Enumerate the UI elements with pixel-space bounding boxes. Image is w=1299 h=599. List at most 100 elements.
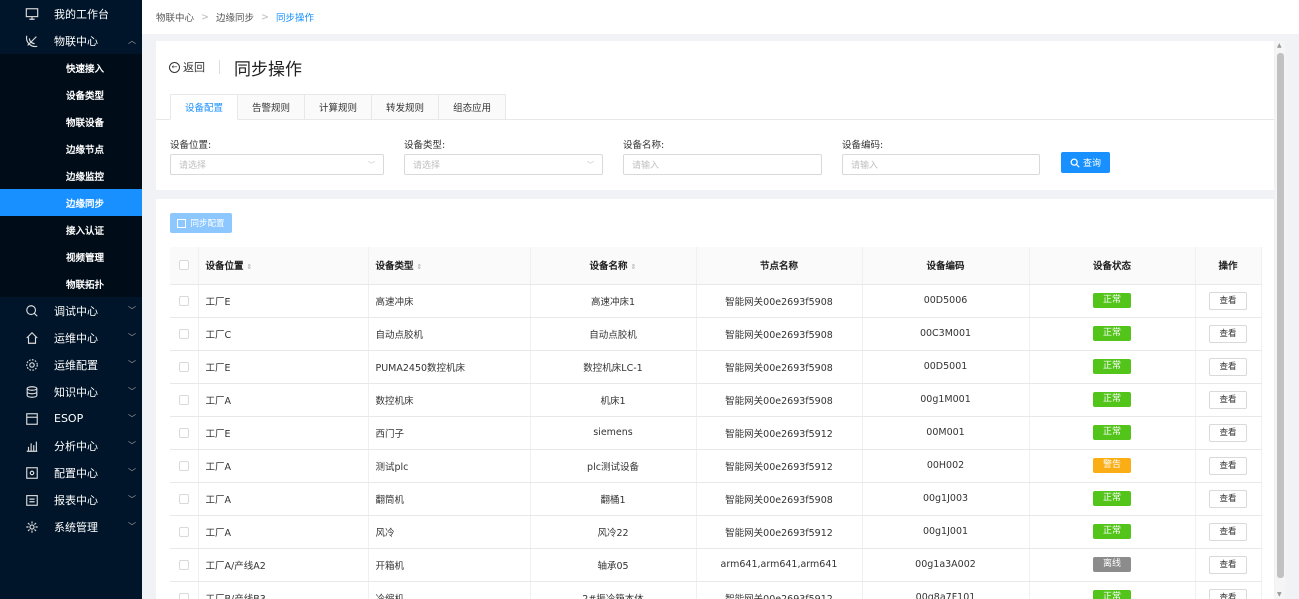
menu-iot[interactable]: 物联中心 ︿ — [0, 27, 142, 54]
cell-name: 自动点胶机 — [530, 317, 697, 351]
row-checkbox[interactable] — [178, 559, 189, 570]
cell-name: 数控机床LC-1 — [530, 350, 697, 384]
row-checkbox[interactable] — [178, 328, 189, 339]
menu-label: 配置中心 — [54, 466, 98, 480]
tab-scada-apps[interactable]: 组态应用 — [439, 94, 507, 120]
menu-label: ESOP — [54, 412, 84, 425]
sidebar-subitem[interactable]: 物联拓扑 — [0, 270, 142, 297]
cell-type: 西门子 — [368, 416, 531, 450]
settings-panel-icon — [24, 465, 40, 481]
table-row: 工厂B/产线B3 冷缩机 2#振冷箱本体 智能网关00e2693f5912 00g8a7… — [170, 581, 1262, 599]
cell-code: 00g1a3A002 — [862, 548, 1030, 582]
menu-label: 运维中心 — [54, 331, 98, 345]
view-button[interactable]: 查看 — [1209, 555, 1247, 574]
scrollbar-thumb[interactable] — [1277, 53, 1284, 578]
col-name[interactable]: 设备名称 ⇕ — [530, 247, 697, 285]
chevron-up-icon: ︿ — [128, 36, 136, 45]
sidebar-subitem[interactable]: 边缘监控 — [0, 162, 142, 189]
view-button[interactable]: 查看 — [1209, 489, 1247, 508]
chevron-down-icon: ﹀ — [368, 161, 375, 169]
filter-label: 设备编码: — [842, 140, 884, 151]
row-checkbox[interactable] — [178, 460, 189, 471]
cell-type: PUMA2450数控机床 — [368, 350, 531, 384]
sidebar-group[interactable]: 报表中心 ﹀ — [0, 486, 142, 513]
cell-status: 离线 — [1029, 548, 1196, 582]
row-checkbox[interactable] — [178, 592, 189, 599]
cell-node: 智能网关00e2693f5912 — [696, 515, 863, 549]
cell-status: 正常 — [1029, 317, 1196, 351]
sidebar-group[interactable]: 运维中心 ﹀ — [0, 324, 142, 351]
sidebar-subitem[interactable]: 视频管理 — [0, 243, 142, 270]
cell-status: 正常 — [1029, 350, 1196, 384]
cell-location: 工厂E — [198, 350, 369, 384]
sidebar-subitem[interactable]: 边缘同步 — [0, 189, 142, 216]
scroll-down-icon[interactable]: ▼ — [1277, 591, 1282, 598]
view-button[interactable]: 查看 — [1209, 291, 1247, 310]
row-checkbox[interactable] — [178, 295, 189, 306]
cell-type: 风冷 — [368, 515, 531, 549]
tab-alarm-rules[interactable]: 告警规则 — [238, 94, 306, 120]
select-all-checkbox[interactable] — [178, 260, 189, 271]
table-row: 工厂E 高速冲床 高速冲床1 智能网关00e2693f5908 00D5006 正常 查看 — [170, 284, 1262, 318]
view-button[interactable]: 查看 — [1209, 423, 1247, 442]
location-select[interactable]: 请选择 ﹀ — [170, 154, 384, 175]
status-badge: 离线 — [1093, 557, 1131, 572]
table-row: 工厂A 数控机床 机床1 智能网关00e2693f5908 00g1M001 正常 查看 — [170, 383, 1262, 417]
row-select-cell — [170, 383, 199, 417]
cell-type: 开箱机 — [368, 548, 531, 582]
tab-device-config[interactable]: 设备配置 — [170, 94, 239, 120]
menu-label: 物联中心 — [54, 34, 98, 48]
sidebar-subitem[interactable]: 快速接入 — [0, 54, 142, 81]
cell-code: 00H002 — [862, 449, 1030, 483]
row-checkbox[interactable] — [178, 427, 189, 438]
view-button[interactable]: 查看 — [1209, 390, 1247, 409]
page-scrollbar[interactable]: ▲ ▼ — [1275, 41, 1285, 599]
type-select[interactable]: 请选择 ﹀ — [404, 154, 603, 175]
sidebar-group[interactable]: 系统管理 ﹀ — [0, 513, 142, 540]
tab-forward-rules[interactable]: 转发规则 — [372, 94, 440, 120]
view-button[interactable]: 查看 — [1209, 588, 1247, 599]
sidebar-group[interactable]: 调试中心 ﹀ — [0, 297, 142, 324]
view-button[interactable]: 查看 — [1209, 522, 1247, 541]
row-checkbox[interactable] — [178, 394, 189, 405]
sync-config-button[interactable]: 同步配置 — [170, 213, 232, 233]
view-button[interactable]: 查看 — [1209, 456, 1247, 475]
back-arrow-icon: ← — [169, 61, 180, 73]
menu-workbench[interactable]: 我的工作台 — [0, 0, 142, 27]
sidebar-subitem[interactable]: 物联设备 — [0, 108, 142, 135]
cell-type: 数控机床 — [368, 383, 531, 417]
sidebar-group[interactable]: ESOP ﹀ — [0, 405, 142, 432]
sidebar-group[interactable]: 知识中心 ﹀ — [0, 378, 142, 405]
breadcrumb-item[interactable]: 物联中心 — [156, 10, 194, 24]
cell-location: 工厂E — [198, 416, 369, 450]
row-checkbox[interactable] — [178, 361, 189, 372]
scroll-up-icon[interactable]: ▲ — [1277, 42, 1282, 49]
sidebar-group[interactable]: 配置中心 ﹀ — [0, 459, 142, 486]
tab-calc-rules[interactable]: 计算规则 — [305, 94, 373, 120]
name-input[interactable]: 请输入 — [623, 154, 822, 175]
code-input[interactable]: 请输入 — [842, 154, 1040, 175]
col-code: 设备编码 — [862, 247, 1030, 285]
cell-node: 智能网关00e2693f5912 — [696, 416, 863, 450]
row-select-cell — [170, 581, 199, 599]
view-button[interactable]: 查看 — [1209, 357, 1247, 376]
breadcrumb-item[interactable]: 边缘同步 — [216, 10, 254, 24]
select-placeholder: 请选择 — [413, 161, 441, 171]
view-button[interactable]: 查看 — [1209, 324, 1247, 343]
cell-status: 正常 — [1029, 383, 1196, 417]
query-button[interactable]: 查询 — [1061, 152, 1110, 173]
status-badge: 正常 — [1093, 359, 1131, 374]
back-button[interactable]: ← 返回 — [169, 59, 205, 75]
chevron-down-icon: ﹀ — [128, 414, 136, 423]
sidebar-group[interactable]: 分析中心 ﹀ — [0, 432, 142, 459]
row-checkbox[interactable] — [178, 493, 189, 504]
col-type[interactable]: 设备类型 ⇕ — [368, 247, 531, 285]
row-checkbox[interactable] — [178, 526, 189, 537]
sidebar-subitem[interactable]: 边缘节点 — [0, 135, 142, 162]
col-location[interactable]: 设备位置 ⇕ — [198, 247, 369, 285]
sidebar-group[interactable]: 运维配置 ﹀ — [0, 351, 142, 378]
menu-label: 知识中心 — [54, 385, 98, 399]
sidebar-subitem[interactable]: 接入认证 — [0, 216, 142, 243]
cell-action: 查看 — [1195, 515, 1262, 549]
sidebar-subitem[interactable]: 设备类型 — [0, 81, 142, 108]
